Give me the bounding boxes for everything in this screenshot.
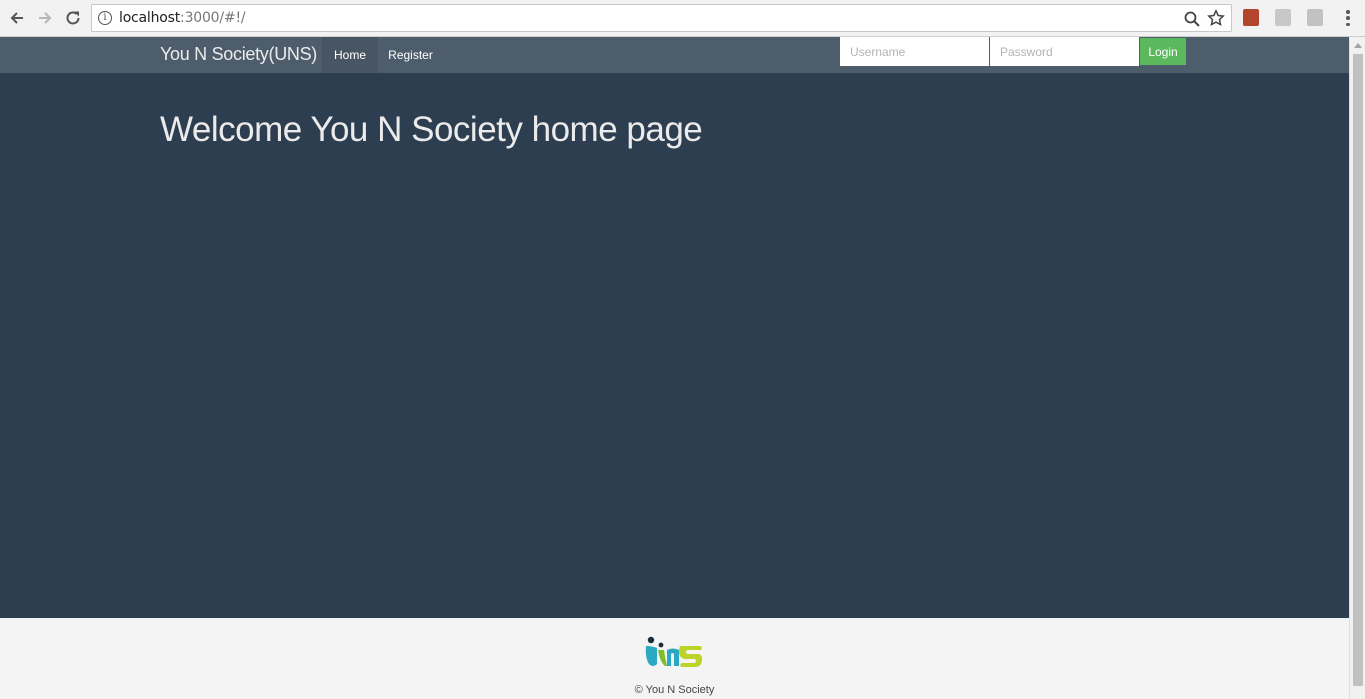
reload-button[interactable] — [61, 6, 85, 30]
uns-logo — [645, 636, 703, 667]
arrow-left-icon — [10, 12, 23, 24]
copyright-text: © You N Society — [634, 684, 715, 696]
navbar: You N Society(UNS) Home Register Login — [0, 37, 1349, 73]
address-bar[interactable]: i localhost:3000/#!/ — [91, 4, 1232, 32]
scrollbar-thumb[interactable] — [1353, 54, 1363, 686]
forward-button[interactable] — [33, 6, 57, 30]
page-title: Welcome You N Society home page — [160, 110, 703, 149]
reload-icon — [66, 11, 80, 25]
login-button[interactable]: Login — [1140, 38, 1186, 65]
magnifier-icon[interactable] — [1183, 10, 1201, 28]
nav-link-register[interactable]: Register — [378, 37, 443, 73]
extension-icon[interactable] — [1275, 9, 1291, 26]
password-input[interactable] — [990, 37, 1139, 66]
star-icon[interactable] — [1207, 9, 1225, 27]
pdf-extension-icon[interactable] — [1243, 9, 1259, 26]
vertical-scrollbar[interactable] — [1349, 37, 1365, 699]
back-button[interactable] — [5, 6, 29, 30]
brand-link[interactable]: You N Society(UNS) — [160, 44, 317, 65]
kebab-menu-icon[interactable] — [1340, 9, 1356, 27]
nav-link-home[interactable]: Home — [322, 37, 378, 73]
arrow-right-icon — [39, 12, 52, 24]
footer: © You N Society — [0, 618, 1349, 699]
page-viewport: You N Society(UNS) Home Register Login W… — [0, 37, 1349, 699]
scroll-up-icon[interactable] — [1354, 43, 1362, 48]
info-icon[interactable]: i — [98, 11, 112, 25]
extension-icon[interactable] — [1307, 9, 1323, 26]
browser-toolbar: i localhost:3000/#!/ — [0, 0, 1365, 37]
username-input[interactable] — [840, 37, 989, 66]
url-text: localhost:3000/#!/ — [119, 10, 246, 26]
